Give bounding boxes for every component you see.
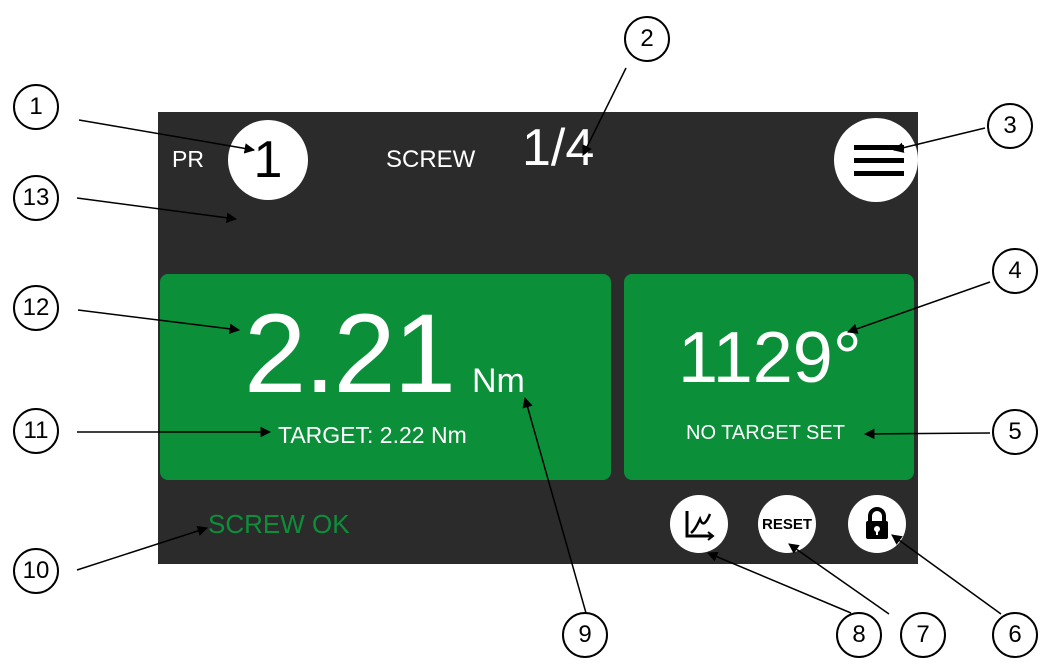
callout-arrows xyxy=(76,67,1002,615)
callout-1: 1 xyxy=(13,84,59,130)
callout-8: 8 xyxy=(836,612,882,658)
callout-7: 7 xyxy=(900,612,946,658)
callout-13: 13 xyxy=(13,175,59,221)
callout-3: 3 xyxy=(987,103,1033,149)
callout-10: 10 xyxy=(13,548,59,594)
callout-4: 4 xyxy=(992,248,1038,294)
callout-11: 11 xyxy=(13,408,59,454)
callout-5: 5 xyxy=(992,409,1038,455)
callout-6: 6 xyxy=(992,612,1038,658)
callout-12: 12 xyxy=(13,285,59,331)
callout-9: 9 xyxy=(562,612,608,658)
callout-2: 2 xyxy=(624,16,670,62)
